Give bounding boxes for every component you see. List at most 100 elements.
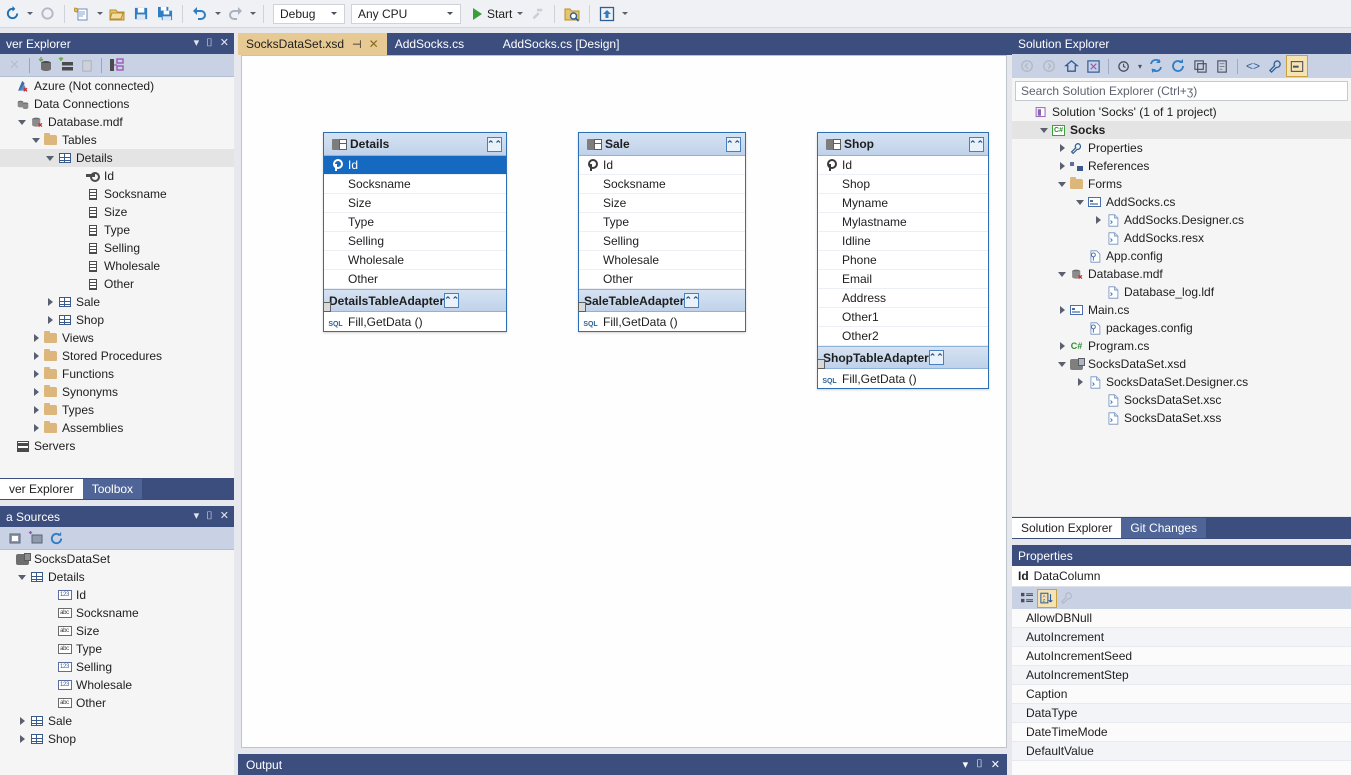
tree-item[interactable]: Views [0, 329, 234, 347]
alphabetical-icon[interactable]: AZ [1037, 588, 1057, 608]
redo-icon[interactable] [224, 3, 246, 25]
undo-icon[interactable] [189, 3, 211, 25]
start-dropdown[interactable] [514, 3, 525, 25]
tree-item[interactable]: packages.config [1012, 319, 1351, 337]
close-icon[interactable]: ✕ [369, 37, 379, 51]
tree-item[interactable]: C# Program.cs [1012, 337, 1351, 355]
entity-details[interactable]: Details ⌃⌃ Id Socksname Size Type Selling Whole… [323, 132, 507, 332]
tree-item[interactable]: Sale [0, 293, 234, 311]
entity-header-shop[interactable]: Shop ⌃⌃ [818, 133, 988, 156]
configure-dataset-icon[interactable] [25, 528, 46, 549]
refresh-icon[interactable] [1167, 55, 1189, 77]
entity-column-row[interactable]: Selling [324, 232, 506, 251]
tree-item[interactable]: Types [0, 401, 234, 419]
expander-icon[interactable] [16, 730, 28, 748]
expander-icon[interactable] [1074, 193, 1086, 211]
expander-icon[interactable] [30, 401, 42, 419]
undo-dropdown[interactable] [212, 3, 223, 25]
new-project-dropdown[interactable] [94, 3, 105, 25]
collapse-chevron-icon[interactable]: ⌃⌃ [444, 293, 459, 308]
property-row[interactable]: AutoIncrement [1012, 628, 1351, 647]
expander-icon[interactable] [1056, 355, 1068, 373]
entity-adapter-method-row[interactable]: SQL Fill,GetData () [579, 312, 745, 331]
tree-item[interactable]: AddSocks.resx [1012, 229, 1351, 247]
expander-icon[interactable] [1056, 301, 1068, 319]
entity-column-row[interactable]: Shop [818, 175, 988, 194]
tree-item[interactable]: Tables [0, 131, 234, 149]
tree-item[interactable]: 123 Wholesale [0, 676, 234, 694]
chevron-down-icon[interactable]: ▾ [963, 758, 969, 771]
entity-column-row[interactable]: Mylastname [818, 213, 988, 232]
entity-shop[interactable]: Shop ⌃⌃ Id Shop Myname Mylastname Idline Phone E… [817, 132, 989, 389]
chevron-down-icon[interactable]: ▾ [194, 38, 200, 49]
refresh-icon[interactable] [76, 55, 97, 76]
entity-column-row[interactable]: Wholesale [579, 251, 745, 270]
save-all-icon[interactable] [154, 3, 176, 25]
pin-icon[interactable]: ⌷ [206, 38, 213, 49]
open-file-icon[interactable] [106, 3, 128, 25]
show-all-files-icon[interactable] [1211, 55, 1233, 77]
tree-item[interactable]: App.config [1012, 247, 1351, 265]
entity-column-row[interactable]: Myname [818, 194, 988, 213]
view-code-icon[interactable]: <> [1242, 55, 1264, 77]
entity-column-row[interactable]: Idline [818, 232, 988, 251]
entity-column-row[interactable]: Other [579, 270, 745, 289]
navigate-forward-icon[interactable] [36, 3, 58, 25]
categorized-icon[interactable] [1017, 589, 1037, 608]
preview-selected-items-icon[interactable] [1113, 55, 1135, 77]
pin-icon[interactable]: ⌷ [976, 758, 983, 771]
dataset-designer-canvas[interactable]: Details ⌃⌃ Id Socksname Size Type Selling Whole… [241, 55, 1007, 748]
entity-column-row[interactable]: Other [324, 270, 506, 289]
solution-platform-combo[interactable]: Any CPU [351, 3, 461, 24]
tree-item[interactable]: 123 Id [0, 586, 234, 604]
entity-column-row[interactable]: Email [818, 270, 988, 289]
collapse-chevron-icon[interactable]: ⌃⌃ [929, 350, 944, 365]
tree-item[interactable]: AddSocks.Designer.cs [1012, 211, 1351, 229]
add-data-source-icon[interactable] [4, 528, 25, 549]
entity-column-row[interactable]: Address [818, 289, 988, 308]
entity-adapter-header-sale[interactable]: SaleTableAdapter ⌃⌃ [579, 289, 745, 312]
tree-item[interactable]: Solution 'Socks' (1 of 1 project) [1012, 103, 1351, 121]
expander-icon[interactable] [30, 383, 42, 401]
object-relation-icon[interactable] [106, 55, 127, 76]
expander-icon[interactable] [16, 712, 28, 730]
tree-item[interactable]: C# Socks [1012, 121, 1351, 139]
entity-column-row[interactable]: Id [324, 156, 506, 175]
tree-item[interactable]: abc Size [0, 622, 234, 640]
tree-item[interactable]: Sale [0, 712, 234, 730]
new-project-icon[interactable] [71, 3, 93, 25]
tree-item[interactable]: Database.mdf [0, 113, 234, 131]
entity-column-row[interactable]: Socksname [579, 175, 745, 194]
tree-item[interactable]: Size [0, 203, 234, 221]
property-row[interactable]: AllowDBNull [1012, 609, 1351, 628]
tree-item[interactable]: SocksDataSet.xsd [1012, 355, 1351, 373]
properties-grid[interactable]: AllowDBNull AutoIncrement AutoIncrementSee… [1012, 609, 1351, 769]
chevron-down-icon[interactable]: ▾ [194, 511, 200, 522]
connect-database-icon[interactable] [34, 55, 55, 76]
collapse-chevron-icon[interactable]: ⌃⌃ [684, 293, 700, 308]
entity-header-details[interactable]: Details ⌃⌃ [324, 133, 506, 156]
expander-icon[interactable] [1056, 157, 1068, 175]
screenshot-icon[interactable] [596, 3, 618, 25]
tree-item[interactable]: SocksDataSet.xss [1012, 409, 1351, 427]
entity-adapter-header-details[interactable]: DetailsTableAdapter ⌃⌃ [324, 289, 506, 312]
expander-icon[interactable] [1074, 373, 1086, 391]
property-row[interactable]: Caption [1012, 685, 1351, 704]
stop-icon[interactable]: ✕ [4, 55, 25, 76]
property-row[interactable]: AutoIncrementStep [1012, 666, 1351, 685]
tree-item[interactable]: abc Type [0, 640, 234, 658]
redo-dropdown[interactable] [247, 3, 258, 25]
tree-item[interactable]: 123 Selling [0, 658, 234, 676]
server-explorer-tree[interactable]: Azure (Not connected) Data Connections Dat… [0, 77, 234, 478]
tree-item[interactable]: Database_log.ldf [1012, 283, 1351, 301]
expander-icon[interactable] [1056, 265, 1068, 283]
navigate-backward-icon[interactable] [1, 3, 23, 25]
data-sources-tree[interactable]: SocksDataSet Details 123 Id abc Socksname abc S… [0, 550, 234, 775]
tree-item[interactable]: Stored Procedures [0, 347, 234, 365]
tab-ver-explorer[interactable]: ver Explorer [0, 479, 83, 499]
entity-column-row[interactable]: Type [324, 213, 506, 232]
close-icon[interactable]: ✕ [220, 38, 229, 49]
editor-tab-addsocks-cs-design[interactable]: AddSocks.cs [Design] [495, 33, 628, 55]
expander-icon[interactable] [1038, 121, 1050, 139]
find-in-files-icon[interactable] [561, 3, 583, 25]
